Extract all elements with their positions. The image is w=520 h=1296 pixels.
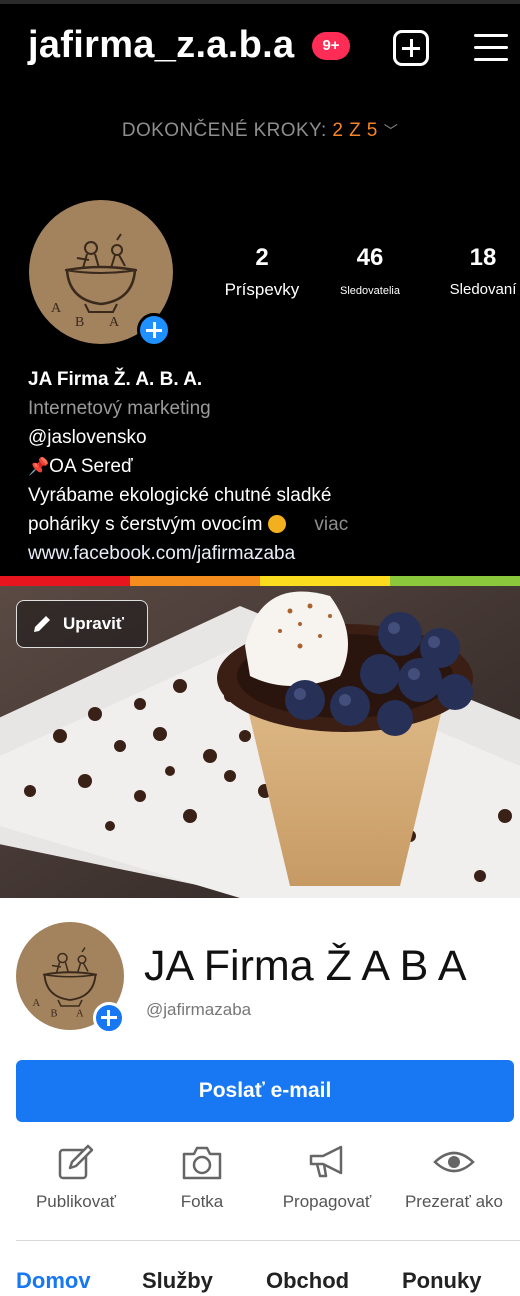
action-label: Propagovať — [282, 1192, 372, 1211]
view-as-action[interactable]: Prezerať ako — [389, 1142, 519, 1212]
promote-action[interactable]: Propagovať — [268, 1142, 386, 1212]
divider — [16, 1240, 520, 1241]
rainbow-yellow — [260, 576, 390, 586]
bio-more-link[interactable]: viac — [314, 514, 348, 535]
pencil-icon — [34, 616, 50, 632]
bio-mention[interactable]: @jaslovensko — [28, 423, 508, 452]
camera-icon — [182, 1146, 222, 1180]
notification-badge[interactable]: 9+ — [312, 32, 350, 60]
action-label: Fotka — [180, 1192, 224, 1211]
steps-label: DOKONČENÉ KROKY: — [121, 120, 333, 141]
edit-icon — [58, 1144, 94, 1180]
instagram-profile: jafirma_z.a.b.a 9+ DOKONČENÉ KROKY: 2 Z … — [0, 0, 520, 578]
action-label: Publikovať — [35, 1192, 117, 1211]
rainbow-green — [390, 576, 520, 586]
page-tabs: Domov Služby Obchod Ponuky — [0, 1256, 520, 1296]
send-email-button[interactable]: Poslať e-mail — [16, 1060, 514, 1122]
edit-cover-label: Upraviť — [63, 614, 125, 633]
tab-services[interactable]: Služby — [142, 1268, 213, 1294]
page-handle: @jafirmazaba — [146, 1000, 252, 1019]
svg-text:A: A — [51, 301, 62, 316]
publish-action[interactable]: Publikovať — [16, 1142, 136, 1212]
completed-steps-banner[interactable]: DOKONČENÉ KROKY: 2 Z 5 ﹀ — [0, 120, 520, 142]
new-post-icon[interactable] — [393, 30, 429, 66]
stat-value: 46 — [356, 244, 384, 271]
bio-description-line2: poháriky s čerstvým ovocím — [28, 514, 263, 535]
rainbow-orange — [130, 576, 260, 586]
megaphone-icon — [309, 1145, 343, 1178]
tab-offers[interactable]: Ponuky — [402, 1268, 481, 1294]
profile-username[interactable]: jafirma_z.a.b.a — [28, 24, 294, 67]
svg-text:B: B — [75, 315, 84, 330]
page-actions: Publikovať Fotka Propagovať Prezerať ako — [0, 1142, 520, 1222]
menu-icon[interactable] — [474, 31, 508, 65]
tab-home[interactable]: Domov — [16, 1268, 91, 1294]
page-name: JA Firma Ž A B A — [144, 942, 467, 990]
facebook-page-header: A B A JA Firma Ž A B A @jafirmazaba Posl… — [0, 898, 520, 1296]
add-story-icon[interactable] — [137, 313, 171, 347]
tab-shop[interactable]: Obchod — [266, 1268, 349, 1294]
stat-posts[interactable]: 2 Príspevky — [214, 244, 310, 300]
stat-following[interactable]: 18 Sledovaní — [428, 244, 520, 298]
bio-website-link[interactable]: www.facebook.com/jafirmazaba — [28, 539, 508, 568]
bio-description-line1: Vyrábame ekologické chutné sladké — [28, 485, 332, 506]
photo-action[interactable]: Fotka — [150, 1142, 254, 1212]
add-photo-icon[interactable] — [93, 1002, 125, 1034]
chevron-down-icon: ﹀ — [383, 123, 399, 139]
action-label: Prezerať ako — [404, 1192, 504, 1211]
svg-text:A: A — [109, 315, 120, 330]
pushpin-icon: 📌 — [28, 457, 50, 476]
stat-label: Sledovaní — [449, 281, 517, 298]
stat-followers[interactable]: 46 Sledovatelia — [318, 244, 422, 297]
svg-text:A: A — [76, 1009, 84, 1020]
profile-bio: JA Firma Ž. A. B. A. Internetový marketi… — [28, 365, 508, 568]
top-divider — [0, 0, 520, 4]
steps-progress: 2 Z 5 — [332, 120, 378, 141]
stat-label: Príspevky — [224, 280, 300, 299]
bio-category: Internetový marketing — [28, 398, 211, 419]
cover-photo[interactable]: Upraviť — [0, 586, 520, 898]
rainbow-red — [0, 576, 130, 586]
stat-value: 2 — [255, 244, 269, 271]
edit-cover-button[interactable]: Upraviť — [16, 600, 148, 648]
bio-name: JA Firma Ž. A. B. A. — [28, 369, 203, 390]
svg-text:A: A — [33, 998, 41, 1009]
honey-pot-icon — [268, 515, 287, 533]
eye-icon — [433, 1151, 475, 1173]
stat-value: 18 — [469, 244, 497, 271]
stat-label: Sledovatelia — [340, 285, 400, 297]
svg-text:B: B — [51, 1009, 58, 1020]
rainbow-separator — [0, 576, 520, 586]
bio-location: OA Sereď — [49, 456, 133, 477]
